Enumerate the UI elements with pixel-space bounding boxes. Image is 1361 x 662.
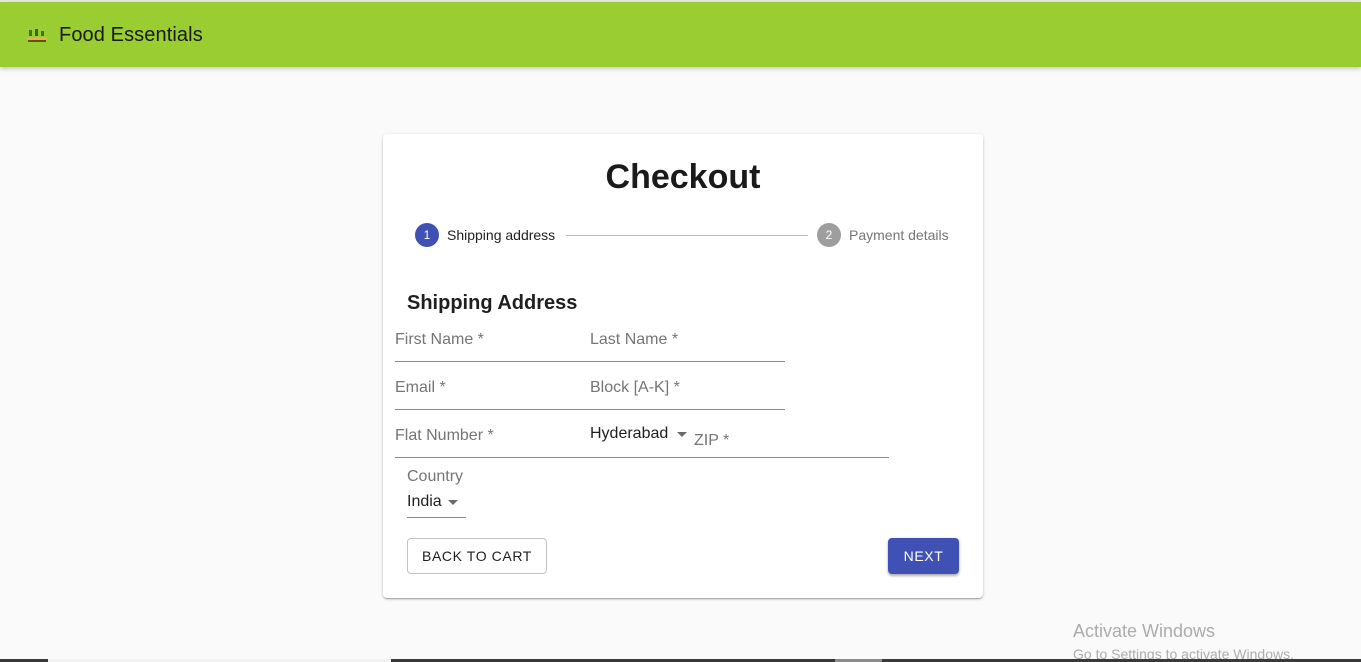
food-essentials-logo-icon bbox=[27, 29, 47, 42]
city-underline bbox=[590, 457, 689, 458]
country-underline bbox=[407, 517, 466, 518]
last-name-field[interactable]: Last Name * bbox=[590, 322, 785, 362]
flat-number-field[interactable]: Flat Number * bbox=[395, 418, 591, 458]
block-label: Block [A-K] * bbox=[590, 379, 680, 396]
step-2-circle: 2 bbox=[817, 223, 841, 247]
activate-windows-title: Activate Windows bbox=[1073, 621, 1216, 641]
zip-underline bbox=[689, 457, 889, 458]
email-label: Email * bbox=[395, 379, 446, 396]
step-1-circle: 1 bbox=[415, 223, 439, 247]
first-name-label: First Name * bbox=[395, 331, 484, 348]
app-title: Food Essentials bbox=[59, 24, 203, 46]
step-1-label: Shipping address bbox=[447, 227, 556, 243]
shipping-address-heading: Shipping Address bbox=[407, 292, 578, 314]
country-label: Country bbox=[407, 468, 464, 485]
last-name-underline bbox=[590, 361, 785, 362]
city-select-value: Hyderabad bbox=[590, 425, 669, 442]
email-underline bbox=[395, 409, 591, 410]
last-name-label: Last Name * bbox=[590, 331, 679, 348]
app-bar: Food Essentials bbox=[0, 2, 1361, 67]
city-select[interactable]: Hyderabad bbox=[590, 418, 689, 458]
zip-field[interactable]: ZIP * bbox=[689, 418, 889, 458]
flat-number-underline bbox=[395, 457, 591, 458]
block-field[interactable]: Block [A-K] * bbox=[590, 370, 785, 410]
first-name-underline bbox=[395, 361, 591, 362]
step-2-label: Payment details bbox=[849, 227, 949, 243]
country-select[interactable]: India bbox=[407, 486, 466, 518]
back-to-cart-button[interactable]: BACK TO CART bbox=[407, 538, 547, 574]
chevron-down-icon bbox=[448, 500, 458, 505]
next-button[interactable]: NEXT bbox=[888, 538, 959, 574]
step-connector bbox=[566, 235, 808, 236]
first-name-field[interactable]: First Name * bbox=[395, 322, 591, 362]
block-underline bbox=[590, 409, 785, 410]
checkout-title: Checkout bbox=[605, 158, 761, 196]
country-select-value: India bbox=[407, 493, 442, 510]
checkout-card: Checkout 1 Shipping address 2 Payment de… bbox=[383, 134, 983, 598]
zip-label: ZIP * bbox=[694, 432, 730, 449]
email-field[interactable]: Email * bbox=[395, 370, 591, 410]
chevron-down-icon bbox=[677, 432, 687, 437]
flat-number-label: Flat Number * bbox=[395, 427, 494, 444]
